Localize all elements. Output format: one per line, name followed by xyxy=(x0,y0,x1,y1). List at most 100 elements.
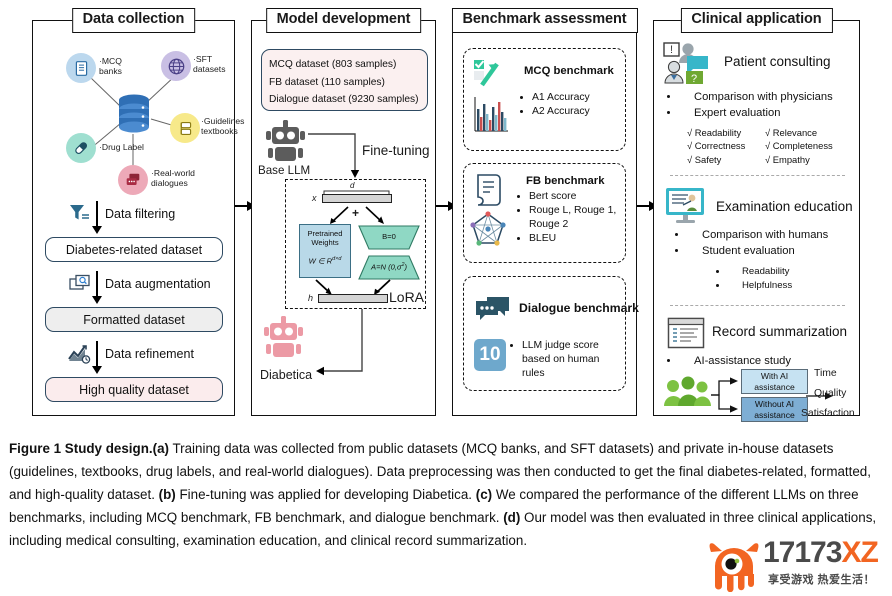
study-arm-line2: assistance xyxy=(754,381,795,392)
benchmark-items-dialogue: LLM judge score based on human rules xyxy=(509,339,621,381)
clinical-bullet: Expert evaluation xyxy=(680,105,857,121)
clinical-bullets-examination-education: Comparison with humans Student evaluatio… xyxy=(670,227,860,259)
panel-data-collection: Data collection ·MCQ banks ·SFT datasets… xyxy=(32,8,244,416)
watermark-brand: 17173XZ xyxy=(763,536,879,569)
globe-icon xyxy=(161,51,191,81)
sample-line-dialogue: Dialogue dataset (9230 samples) xyxy=(269,94,419,106)
teacher-screen-icon xyxy=(664,186,708,231)
watermark-brand-main: 17173 xyxy=(763,536,842,569)
source-label-real-world-dialogues: ·Real-world dialogues xyxy=(151,168,195,188)
clinical-title-record-summarization: Record summarization xyxy=(712,324,848,339)
outcome-time: Time xyxy=(814,368,837,379)
chat-bubbles-icon xyxy=(118,165,148,195)
lora-pretrained-line2: Weights xyxy=(311,238,339,247)
criterion-label: Correctness xyxy=(694,140,746,152)
figure-root: Data collection ·MCQ banks ·SFT datasets… xyxy=(0,0,892,596)
outcome-satisfaction: Satisfaction xyxy=(801,408,855,419)
watermark: 17173XZ 享受游戏 热爱生活！ xyxy=(706,536,886,592)
panel-model-development: Model development MCQ dataset (803 sampl… xyxy=(251,8,436,416)
benchmark-title-mcq: MCQ benchmark xyxy=(524,65,614,77)
lora-pretrained-formula: W ∈ Rd×d xyxy=(308,256,342,266)
lora-plus-label: + xyxy=(352,206,360,220)
svg-text:!: ! xyxy=(670,44,673,56)
caption-text-b: Fine-tuning was applied for developing D… xyxy=(175,487,476,503)
database-icon xyxy=(117,93,151,142)
arrow-to-formatted-dataset xyxy=(92,271,101,304)
panel-title-data-collection: Data collection xyxy=(71,8,196,33)
panel-clinical-application: Clinical application ! ? Patient consult… xyxy=(653,8,862,422)
caption-tag-b: (b) xyxy=(158,487,176,503)
divider-2 xyxy=(670,305,845,306)
speech-bubbles-icon xyxy=(474,295,512,330)
criterion-label: Relevance xyxy=(772,127,818,138)
record-window-icon xyxy=(667,317,705,354)
study-arm-line1: Without AI xyxy=(754,399,795,410)
benchmark-items-fb: Bert score Rouge L, Rouge 1, Rouge 2 BLE… xyxy=(516,190,624,247)
benchmark-card-mcq: MCQ benchmark A1 Accuracy A2 Accuracy xyxy=(463,48,626,151)
check-icon: √ xyxy=(687,153,693,165)
books-icon xyxy=(170,113,200,143)
dataset-box-formatted: Formatted dataset xyxy=(45,307,223,332)
caption-figure-label: Figure 1 Study design. xyxy=(9,441,153,456)
lora-x-label: x xyxy=(312,193,317,203)
expert-evaluation-criteria: √ Readability √ Relevance √ Correctness √ … xyxy=(687,126,857,166)
step-label-data-filtering: Data filtering xyxy=(105,207,176,221)
benchmark-item: A2 Accuracy xyxy=(532,105,619,119)
lora-input-bar xyxy=(322,194,392,203)
radar-network-icon xyxy=(470,211,506,252)
arrow-to-diabetes-dataset xyxy=(92,201,101,234)
chart-refine-icon xyxy=(67,343,92,369)
dataset-label-formatted: Formatted dataset xyxy=(83,312,185,327)
benchmark-title-fb: FB benchmark xyxy=(526,175,605,187)
criterion-label: Safety xyxy=(694,153,722,165)
pill-icon xyxy=(66,133,96,163)
watermark-slogan: 享受游戏 热爱生活！ xyxy=(768,574,876,586)
clinical-title-patient-consulting: Patient consulting xyxy=(724,54,831,69)
clinical-title-examination-education: Examination education xyxy=(716,199,853,214)
clinical-bullet: AI-assistance study xyxy=(680,353,852,369)
benchmark-title-dialogue: Dialogue benchmark xyxy=(519,301,639,315)
source-label-mcq-banks: ·MCQ banks xyxy=(99,56,122,76)
divider-1 xyxy=(670,175,845,176)
lora-a-label: A=N (0,σ2) xyxy=(371,262,407,272)
lora-to-diabetica-connector xyxy=(316,309,363,376)
study-arm-line2: assistance xyxy=(754,409,795,420)
source-label-drug-label: ·Drug Label xyxy=(99,142,144,152)
clinical-bullets-patient-consulting: Comparison with physicians Expert evalua… xyxy=(662,89,857,121)
sample-line-fb: FB dataset (110 samples) xyxy=(269,76,385,88)
lora-b-label: B=0 xyxy=(382,232,396,241)
criterion-label: Readability xyxy=(694,127,742,138)
outcome-quality: Quality xyxy=(814,388,847,399)
finetuning-label: Fine-tuning xyxy=(362,143,430,158)
dataset-box-diabetes-related: Diabetes-related dataset xyxy=(45,237,223,262)
check-icon: √ xyxy=(765,153,771,165)
panel-title-model-development: Model development xyxy=(265,8,422,33)
figure-caption: Figure 1 Study design.(a) Training data … xyxy=(9,437,881,552)
study-arm-line1: With AI xyxy=(760,371,789,382)
document-scroll-icon xyxy=(472,172,504,213)
score-ten-icon: 10 xyxy=(474,339,506,371)
caption-tag-c: (c) xyxy=(475,487,493,503)
benchmark-item: A1 Accuracy xyxy=(532,91,619,105)
study-arm-without-ai: Without AI assistance xyxy=(741,397,808,422)
clinical-subbullets-examination-education: Readability Helpfulness xyxy=(712,265,862,293)
clinical-subbullet: Helpfulness xyxy=(728,279,862,293)
clinical-bullet: Comparison with humans xyxy=(688,227,860,243)
sample-line-mcq: MCQ dataset (803 samples) xyxy=(269,59,397,70)
criterion-label: Completeness xyxy=(772,140,833,152)
panel-title-benchmark-assessment: Benchmark assessment xyxy=(451,8,638,33)
benchmark-item: Rouge L, Rouge 1, Rouge 2 xyxy=(529,204,624,232)
augment-icon xyxy=(69,274,93,299)
check-icon: √ xyxy=(765,127,771,138)
people-group-icon xyxy=(663,376,711,413)
check-icon: √ xyxy=(687,140,693,152)
lora-diagram: d x + Pretrained Weights W ∈ Rd×d B=0 A=… xyxy=(285,179,426,309)
clinical-bullet: Comparison with physicians xyxy=(680,89,857,105)
dataset-box-high-quality: High quality dataset xyxy=(45,377,223,402)
clinical-bullet-ai-assistance-study: AI-assistance study xyxy=(662,353,852,369)
step-label-data-augmentation: Data augmentation xyxy=(105,277,211,291)
check-icon: √ xyxy=(687,127,693,138)
training-samples-box: MCQ dataset (803 samples) FB dataset (11… xyxy=(261,49,428,111)
dataset-label-diabetes-related: Diabetes-related dataset xyxy=(65,242,203,257)
study-design-diagram: Data collection ·MCQ banks ·SFT datasets… xyxy=(14,6,878,422)
